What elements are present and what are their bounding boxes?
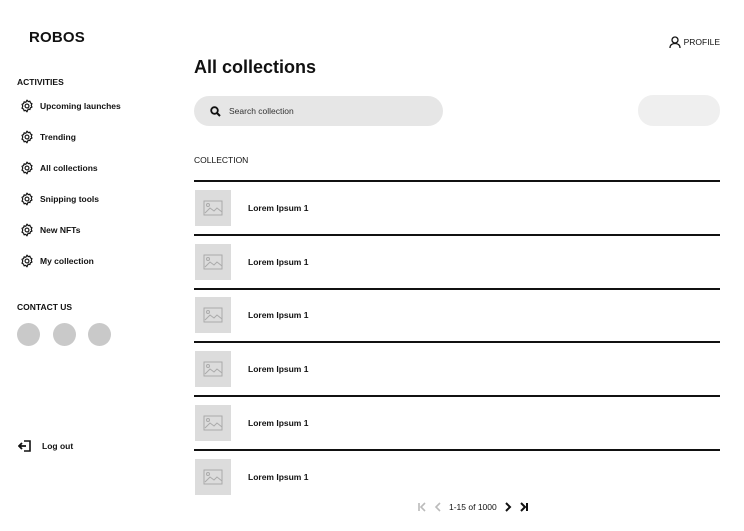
gear-icon — [21, 223, 33, 237]
collection-row[interactable]: Lorem Ipsum 1 — [194, 341, 720, 395]
activities-heading: ACTIVITIES — [17, 77, 64, 87]
sidebar-item-label: Trending — [40, 132, 76, 142]
search-placeholder: Search collection — [229, 106, 294, 116]
action-button[interactable] — [638, 95, 720, 126]
image-placeholder-icon — [203, 200, 223, 216]
collection-name: Lorem Ipsum 1 — [248, 364, 309, 375]
gear-icon — [21, 254, 33, 268]
social-button[interactable] — [17, 323, 40, 346]
thumbnail — [195, 405, 231, 442]
social-button[interactable] — [88, 323, 111, 346]
sidebar-item[interactable]: Upcoming launches — [20, 99, 121, 113]
image-placeholder-icon — [203, 254, 223, 270]
next-page-icon[interactable] — [503, 502, 513, 512]
profile-label: PROFILE — [683, 37, 720, 47]
user-icon — [668, 36, 681, 48]
sidebar-item-label: All collections — [40, 163, 98, 173]
collection-row[interactable]: Lorem Ipsum 1 — [194, 180, 720, 234]
sidebar-item-label: Upcoming launches — [40, 101, 121, 111]
gear-icon — [21, 161, 33, 175]
sidebar-item-label: New NFTs — [40, 225, 81, 235]
gear-icon — [21, 99, 33, 113]
first-page-icon[interactable] — [417, 502, 427, 512]
sidebar-item-label: My collection — [40, 256, 94, 266]
contact-heading: CONTACT US — [17, 302, 73, 312]
thumbnail — [195, 351, 231, 388]
collection-list: Lorem Ipsum 1 Lorem Ipsum 1 Lorem Ipsum 1 L… — [194, 180, 720, 503]
prev-page-icon[interactable] — [433, 502, 443, 512]
image-placeholder-icon — [203, 307, 223, 323]
collection-name: Lorem Ipsum 1 — [248, 418, 309, 429]
collection-name: Lorem Ipsum 1 — [248, 202, 309, 213]
logout-label: Log out — [42, 441, 74, 451]
image-placeholder-icon — [203, 415, 223, 431]
profile-button[interactable]: PROFILE — [668, 36, 720, 48]
pagination: 1-15 of 1000 — [417, 502, 529, 512]
collection-row[interactable]: Lorem Ipsum 1 — [194, 233, 720, 288]
logout-button[interactable]: Log out — [18, 440, 73, 452]
page-range: 1-15 of 1000 — [449, 502, 497, 512]
search-input[interactable]: Search collection — [194, 96, 443, 126]
thumbnail — [195, 458, 231, 495]
image-placeholder-icon — [203, 361, 223, 377]
collection-name: Lorem Ipsum 1 — [248, 256, 309, 267]
sidebar-item[interactable]: My collection — [20, 254, 94, 268]
sidebar-item[interactable]: New NFTs — [20, 223, 80, 237]
collection-heading: COLLECTION — [194, 155, 249, 165]
sidebar-item[interactable]: Snipping tools — [20, 192, 99, 206]
sidebar-item[interactable]: Trending — [20, 130, 76, 144]
sidebar-item[interactable]: All collections — [20, 161, 98, 175]
thumbnail — [195, 297, 231, 334]
logout-icon — [18, 440, 31, 452]
collection-row[interactable]: Lorem Ipsum 1 — [194, 395, 720, 449]
last-page-icon[interactable] — [519, 502, 529, 512]
collection-row[interactable]: Lorem Ipsum 1 — [194, 287, 720, 342]
collection-row[interactable]: Lorem Ipsum 1 — [194, 448, 720, 503]
gear-icon — [21, 130, 33, 144]
social-button[interactable] — [53, 323, 76, 346]
brand-logo: ROBOS — [29, 29, 86, 46]
page-title: All collections — [194, 57, 317, 77]
thumbnail — [195, 189, 231, 226]
gear-icon — [21, 192, 33, 206]
sidebar-item-label: Snipping tools — [40, 194, 100, 204]
collection-name: Lorem Ipsum 1 — [248, 471, 309, 482]
image-placeholder-icon — [203, 469, 223, 485]
collection-name: Lorem Ipsum 1 — [248, 310, 309, 321]
thumbnail — [195, 243, 231, 280]
search-icon — [210, 105, 221, 117]
